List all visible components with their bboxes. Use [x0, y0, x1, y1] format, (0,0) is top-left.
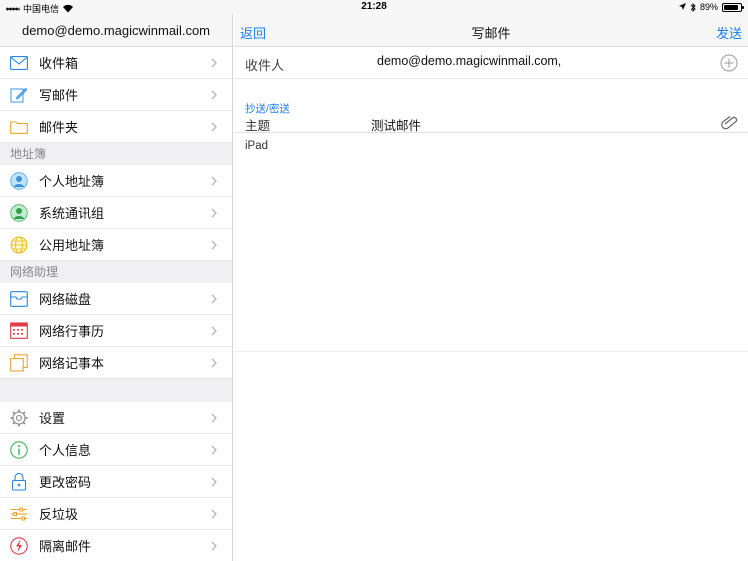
- back-button[interactable]: 返回: [240, 23, 266, 42]
- info-icon: [10, 440, 28, 459]
- account-title: demo@demo.magicwinmail.com: [0, 14, 232, 47]
- inbox-icon: [10, 54, 28, 72]
- subject-row[interactable]: 主题 测试邮件: [234, 115, 748, 133]
- person-icon: [10, 171, 28, 190]
- sidebar-item-label: 隔离邮件: [39, 539, 92, 554]
- sidebar-item-settings[interactable]: 设置: [0, 402, 232, 434]
- battery-icon: [722, 2, 744, 12]
- chevron-right-icon: [211, 477, 217, 487]
- chevron-right-icon: [211, 413, 217, 423]
- sidebar-item-label: 个人地址簿: [39, 174, 105, 189]
- sidebar-item-notes[interactable]: 网络记事本: [0, 347, 232, 379]
- notes-icon: [10, 353, 28, 372]
- paperclip-icon[interactable]: [721, 115, 739, 131]
- chevron-right-icon: [211, 122, 217, 132]
- sidebar: demo@demo.magicwinmail.com 收件箱 写邮件 邮件夹 地…: [0, 14, 233, 561]
- to-field[interactable]: demo@demo.magicwinmail.com,: [377, 54, 561, 68]
- calendar-icon: [10, 322, 28, 340]
- sidebar-item-label: 网络行事历: [39, 324, 105, 339]
- disk-icon: [10, 290, 28, 308]
- sidebar-item-label: 反垃圾: [39, 507, 79, 522]
- chevron-right-icon: [211, 509, 217, 519]
- sidebar-item-label: 邮件夹: [39, 120, 79, 135]
- chevron-right-icon: [211, 58, 217, 68]
- compose-nav-bar: 返回 写邮件 发送: [234, 14, 748, 47]
- section-spacer: [0, 379, 232, 402]
- status-bar: 中国电信 21:28 89%: [0, 0, 748, 14]
- status-right: 89%: [678, 2, 744, 12]
- chevron-right-icon: [211, 208, 217, 218]
- compose-icon: [10, 86, 28, 104]
- sidebar-item-label: 收件箱: [39, 56, 79, 71]
- status-time: 21:28: [361, 1, 387, 12]
- sidebar-item-personal-info[interactable]: 个人信息: [0, 434, 232, 466]
- sidebar-item-compose[interactable]: 写邮件: [0, 79, 232, 111]
- sidebar-item-label: 写邮件: [39, 88, 79, 103]
- chevron-right-icon: [211, 541, 217, 551]
- sidebar-item-folders[interactable]: 邮件夹: [0, 111, 232, 143]
- folder-icon: [10, 118, 28, 136]
- gear-icon: [10, 409, 28, 427]
- sidebar-item-public-contacts[interactable]: 公用地址簿: [0, 229, 232, 261]
- sidebar-item-quarantine[interactable]: 隔离邮件: [0, 530, 232, 561]
- message-body-text: iPad: [245, 140, 269, 152]
- to-label: 收件人: [245, 58, 285, 73]
- section-header-tools: 网络助理: [0, 261, 232, 283]
- sidebar-item-change-password[interactable]: 更改密码: [0, 466, 232, 498]
- quarantine-icon: [10, 536, 28, 555]
- compose-pane: 返回 写邮件 发送 收件人 demo@demo.magicwinmail.com…: [234, 14, 748, 561]
- sidebar-item-net-disk[interactable]: 网络磁盘: [0, 283, 232, 315]
- sidebar-item-calendar[interactable]: 网络行事历: [0, 315, 232, 347]
- sidebar-item-label: 系统通讯组: [39, 206, 105, 221]
- message-body[interactable]: iPad: [234, 132, 748, 352]
- chevron-right-icon: [211, 176, 217, 186]
- chevron-right-icon: [211, 294, 217, 304]
- page-title: 写邮件: [471, 26, 511, 41]
- sidebar-item-label: 个人信息: [39, 443, 92, 458]
- section-header-contacts: 地址簿: [0, 143, 232, 165]
- chevron-right-icon: [211, 326, 217, 336]
- sidebar-item-system-groups[interactable]: 系统通讯组: [0, 197, 232, 229]
- chevron-right-icon: [211, 90, 217, 100]
- bluetooth-icon: [690, 2, 696, 12]
- group-icon: [10, 203, 28, 222]
- battery-percent: 89%: [699, 2, 718, 12]
- location-icon: [678, 3, 686, 10]
- add-recipient-icon[interactable]: [720, 54, 738, 72]
- to-row[interactable]: 收件人 demo@demo.magicwinmail.com,: [234, 47, 748, 79]
- sidebar-item-label: 公用地址簿: [39, 238, 105, 253]
- sidebar-item-label: 网络磁盘: [39, 292, 92, 307]
- sidebar-item-label: 更改密码: [39, 475, 92, 490]
- globe-icon: [10, 236, 28, 254]
- chevron-right-icon: [211, 358, 217, 368]
- chevron-right-icon: [211, 240, 217, 250]
- send-button[interactable]: 发送: [716, 23, 742, 42]
- lock-icon: [10, 472, 28, 491]
- sidebar-item-label: 设置: [39, 411, 66, 426]
- sidebar-item-inbox[interactable]: 收件箱: [0, 47, 232, 79]
- chevron-right-icon: [211, 445, 217, 455]
- sidebar-item-personal-contacts[interactable]: 个人地址簿: [0, 165, 232, 197]
- cc-bcc-link[interactable]: 抄送/密送: [245, 101, 290, 116]
- sidebar-item-label: 网络记事本: [39, 356, 105, 371]
- filter-icon: [10, 505, 28, 523]
- sidebar-item-anti-spam[interactable]: 反垃圾: [0, 498, 232, 530]
